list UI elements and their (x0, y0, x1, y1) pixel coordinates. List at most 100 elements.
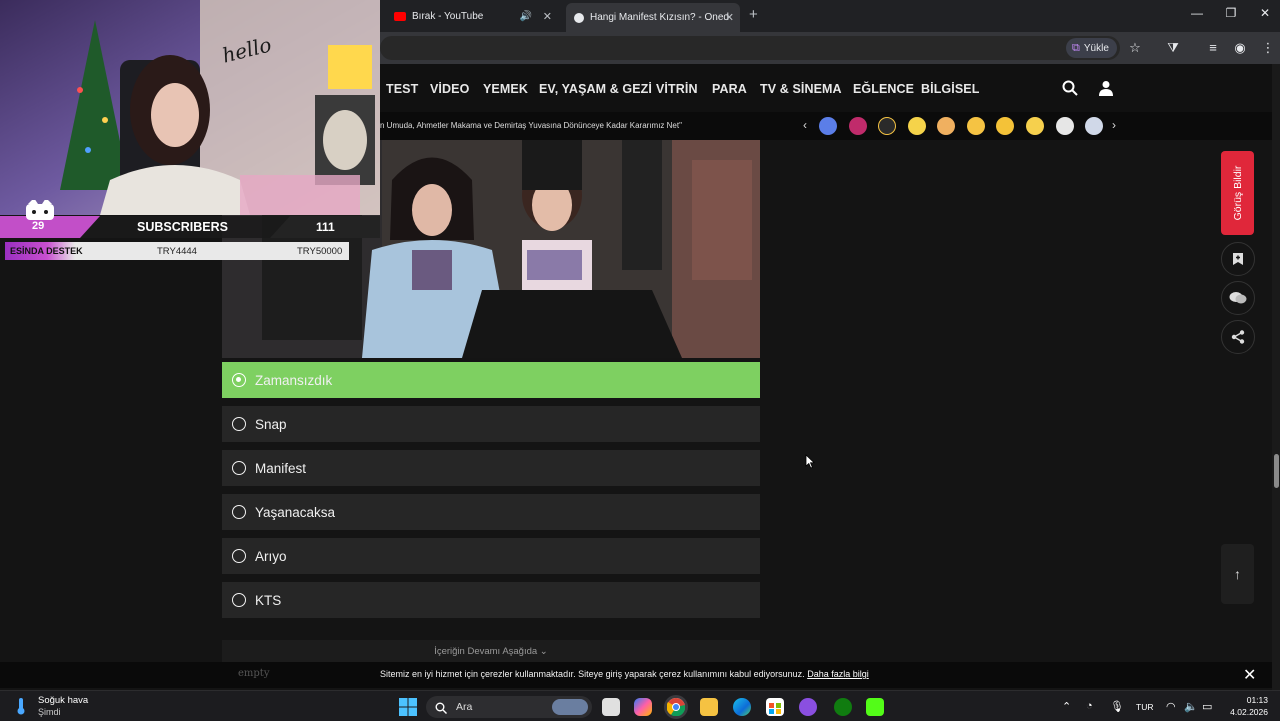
answer-option[interactable]: Arıyo (222, 538, 760, 574)
nav-yemek[interactable]: YEMEK (483, 82, 528, 96)
media-control-icon[interactable]: ≡ (1205, 40, 1221, 56)
subscriber-label: SUBSCRIBERS (137, 220, 228, 234)
store-icon[interactable] (766, 698, 784, 716)
tray-app-icon[interactable]: ◔ (1086, 700, 1093, 712)
empty-placeholder: empty (238, 668, 270, 679)
radio-icon (232, 505, 246, 519)
reaction-icon[interactable] (819, 117, 837, 135)
nav-tv-sinema[interactable]: TV & SİNEMA (760, 82, 842, 96)
subscriber-goal-end: 111 (316, 220, 335, 234)
answer-option[interactable]: KTS (222, 582, 760, 618)
install-app-button[interactable]: ⧉ Yükle (1066, 38, 1117, 58)
reaction-icon[interactable] (967, 117, 985, 135)
mouse-cursor-icon (805, 454, 815, 474)
bookmark-star-icon[interactable]: ☆ (1127, 40, 1143, 56)
tab-youtube[interactable]: Bırak - YouTube 🔊 ✕ (388, 4, 558, 28)
cookie-more-info-link[interactable]: Daha fazla bilgi (807, 669, 869, 679)
weather-subtitle: Şimdi (38, 707, 61, 717)
minimize-icon[interactable]: — (1182, 6, 1212, 20)
edge-icon[interactable] (733, 698, 751, 716)
answer-option[interactable]: Zamansızdık (222, 362, 760, 398)
chrome-icon[interactable] (666, 698, 686, 717)
maximize-icon[interactable]: ❐ (1216, 6, 1246, 20)
ticker-next-icon[interactable]: › (1112, 118, 1116, 132)
weather-title[interactable]: Soğuk hava (38, 695, 88, 706)
reaction-icon[interactable] (908, 117, 926, 135)
scrollbar[interactable] (1272, 64, 1280, 690)
answer-label: Manifest (255, 460, 307, 476)
speaker-icon[interactable]: 🔊 (520, 11, 532, 22)
answer-option[interactable]: Manifest (222, 450, 760, 486)
nav-vitrin[interactable]: VİTRİN (656, 82, 698, 96)
nav-test[interactable]: TEST (386, 82, 418, 96)
reaction-icon[interactable] (849, 117, 867, 135)
volume-icon[interactable]: 🔈 (1184, 700, 1198, 713)
subscriber-goal-start: 29 (32, 220, 45, 232)
nav-ev-yasam[interactable]: EV, YAŞAM & GEZİ (539, 82, 652, 96)
xbox-icon[interactable] (834, 698, 852, 716)
taskbar-search-box[interactable] (426, 696, 592, 718)
wifi-icon[interactable]: ◠ (1166, 700, 1176, 713)
answer-option[interactable]: Yaşanacaksa (222, 494, 760, 530)
comments-icon[interactable] (1221, 281, 1255, 315)
reaction-icon[interactable] (996, 117, 1014, 135)
ticker-headline[interactable]: n Umuda, Ahmetler Makama ve Demirtaş Yuv… (380, 121, 682, 130)
new-tab-button[interactable]: + (749, 6, 758, 23)
share-icon[interactable] (1221, 320, 1255, 354)
profile-icon[interactable]: ◉ (1232, 40, 1248, 56)
reaction-icon[interactable] (878, 117, 896, 135)
search-icon[interactable] (1062, 80, 1078, 101)
nav-eglence[interactable]: EĞLENCE (853, 82, 914, 96)
donation-goal: TRY50000 (297, 246, 343, 257)
file-explorer-icon[interactable] (700, 698, 718, 716)
radio-selected-icon (232, 373, 246, 387)
search-icon (435, 701, 447, 719)
install-icon: ⧉ (1072, 41, 1080, 54)
radio-icon (232, 417, 246, 431)
cookie-close-icon[interactable]: ✕ (1243, 665, 1256, 685)
search-highlight-icon (552, 699, 588, 715)
thermometer-icon[interactable] (14, 696, 28, 716)
app-icon[interactable] (799, 698, 817, 716)
battery-icon[interactable]: ▭ (1202, 700, 1212, 713)
clock-date[interactable]: 4.02.2026 (1224, 707, 1268, 717)
nav-bilgisel[interactable]: BİLGİSEL (921, 82, 979, 96)
copilot-icon[interactable] (634, 698, 652, 716)
youtube-icon (394, 11, 406, 21)
radio-icon (232, 461, 246, 475)
bookmark-add-icon[interactable] (1221, 242, 1255, 276)
reaction-icon[interactable] (1085, 117, 1103, 135)
kick-icon[interactable] (866, 698, 884, 716)
close-window-icon[interactable]: ✕ (1250, 6, 1280, 20)
reaction-icon[interactable] (1026, 117, 1044, 135)
reaction-icon[interactable] (1056, 117, 1074, 135)
scrollbar-thumb[interactable] (1274, 454, 1279, 488)
reaction-icon[interactable] (937, 117, 955, 135)
answer-label: Yaşanacaksa (255, 504, 336, 520)
tab-active[interactable]: Hangi Manifest Kızısın? - Oned ✕ (566, 3, 740, 32)
microphone-icon[interactable]: 🎙 (1110, 700, 1124, 713)
feedback-button[interactable]: Görüş Bildir (1221, 151, 1254, 235)
answer-label: KTS (255, 592, 282, 608)
radio-icon (232, 593, 246, 607)
clock-time[interactable]: 01:13 (1232, 695, 1268, 705)
donation-current: TRY4444 (157, 246, 197, 257)
continue-below-link[interactable]: İçeriğin Devamı Aşağıda ⌄ (222, 640, 760, 664)
windows-start-icon[interactable] (399, 698, 417, 721)
nav-video[interactable]: VİDEO (430, 82, 469, 96)
language-indicator[interactable]: TUR (1136, 702, 1153, 712)
close-tab-icon[interactable]: ✕ (543, 10, 552, 23)
menu-icon[interactable]: ⋮ (1260, 40, 1276, 56)
ticker-prev-icon[interactable]: ‹ (803, 118, 807, 132)
nav-para[interactable]: PARA (712, 82, 747, 96)
task-view-icon[interactable] (602, 698, 620, 716)
answer-option[interactable]: Snap (222, 406, 760, 442)
user-icon[interactable] (1099, 80, 1113, 101)
extensions-icon[interactable]: ⧩ (1165, 40, 1181, 56)
tray-chevron-icon[interactable]: ⌃ (1062, 700, 1071, 713)
cookie-message: Sitemiz en iyi hizmet için çerezler kull… (380, 669, 805, 679)
scroll-to-top-button[interactable]: ↑ (1221, 544, 1254, 604)
close-tab-icon[interactable]: ✕ (725, 11, 734, 24)
address-bar[interactable] (380, 36, 1120, 60)
answer-label: Zamansızdık (255, 372, 333, 388)
